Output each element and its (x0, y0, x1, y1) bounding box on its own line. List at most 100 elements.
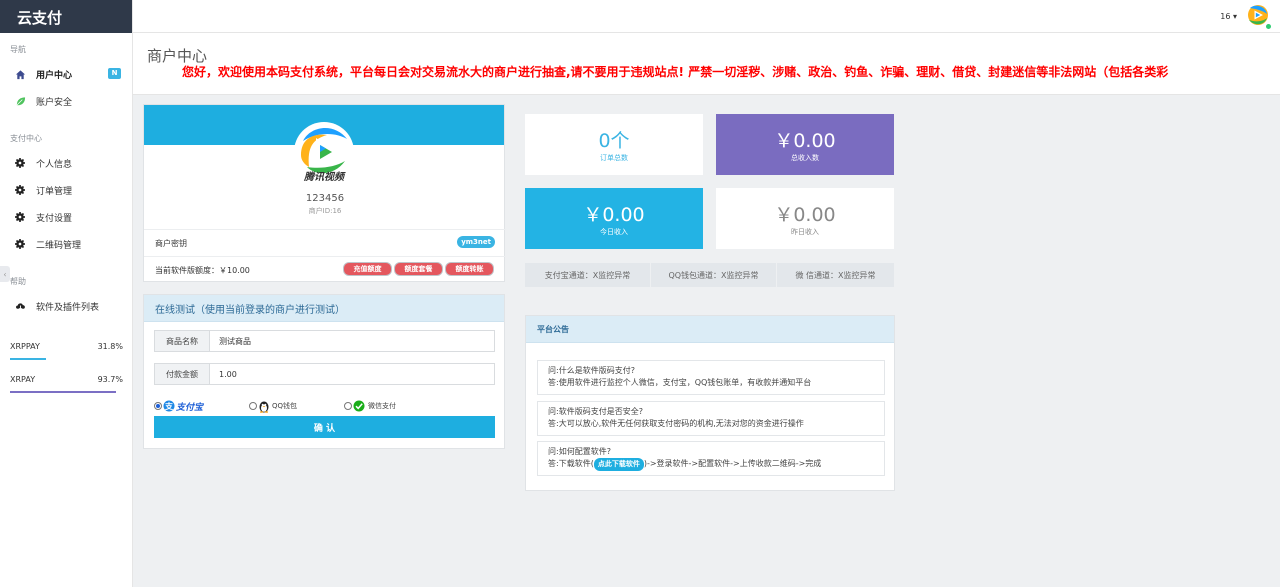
quota-row: 当前软件版额度：￥10.00 充值额度 额度套餐 额度转账 (144, 256, 506, 283)
new-badge: N (108, 68, 121, 79)
home-icon (14, 68, 26, 80)
warning-notice: 您好，欢迎使用本码支付系统，平台每日会对交易流水大的商户进行抽查,请不要用于违规… (182, 65, 1169, 79)
gear-icon (14, 157, 26, 169)
svg-text:支: 支 (164, 401, 174, 411)
alipay-radio[interactable] (154, 402, 162, 410)
sidebar-section-payment: 支付中心 (10, 134, 42, 143)
user-dropdown[interactable]: 16 ▾ (1220, 12, 1237, 21)
progress-track (10, 391, 123, 393)
payment-option-alipay[interactable]: 支 支付宝 (154, 399, 203, 413)
alipay-logo-icon: 支 (163, 400, 175, 412)
stat-label: XRPAY (10, 375, 36, 384)
online-test-title: 在线测试（使用当前登录的商户进行测试） (144, 295, 504, 322)
download-software-button[interactable]: 点此下载软件 (593, 458, 644, 471)
sidebar-item-label: 账户安全 (36, 97, 73, 108)
merchant-username: 123456 (305, 193, 345, 204)
merchant-id: 商户ID:16 (308, 207, 342, 215)
quota-label: 当前软件版额度：￥10.00 (155, 266, 250, 275)
announcement-title: 平台公告 (526, 316, 894, 343)
stat-label: XRPPAY (10, 342, 40, 351)
wechat-pay-icon (353, 400, 365, 412)
product-name-label: 商品名称 (155, 331, 210, 351)
channel-status-wechat: 微 信通道：X监控异常 (777, 263, 894, 287)
cloud-download-icon (14, 300, 26, 312)
wechat-pay-label: 微信支付 (368, 402, 396, 410)
tile-label: 订单总数 (600, 154, 628, 162)
sidebar: 云支付 导航 用户中心 N 账户安全 支付中心 个人信息 订单管理 支付设置 二… (0, 0, 133, 587)
faq-answer: 答:下载软件(点此下载软件)->登录软件->配置软件->上传收款二维码->完成 (548, 458, 884, 471)
quota-package-button[interactable]: 额度套餐 (394, 262, 443, 276)
online-test-card: 在线测试（使用当前登录的商户进行测试） 商品名称 付款金额 支 支付宝 QQ钱包… (143, 294, 505, 449)
stat-tile-total-income: ￥0.00 总收入数 (716, 114, 894, 175)
wechat-radio[interactable] (344, 402, 352, 410)
recharge-quota-button[interactable]: 充值额度 (343, 262, 392, 276)
quota-transfer-button[interactable]: 额度转账 (445, 262, 494, 276)
amount-label: 付款金额 (155, 364, 210, 384)
stat-tile-yesterday-income: ￥0.00 昨日收入 (716, 188, 894, 249)
sidebar-section-nav: 导航 (10, 45, 26, 54)
tile-label: 昨日收入 (791, 228, 819, 236)
sidebar-item-user-center[interactable]: 用户中心 N (0, 64, 133, 84)
faq-question: 问:软件版码支付是否安全? (548, 407, 643, 416)
sidebar-item-label: 软件及插件列表 (36, 302, 100, 313)
brand-logo[interactable]: 云支付 (0, 0, 132, 33)
tile-value: ￥0.00 (583, 204, 645, 226)
payment-option-wechat[interactable]: 微信支付 (344, 399, 396, 413)
alipay-label: 支付宝 (176, 402, 204, 413)
qq-penguin-icon (258, 400, 270, 413)
tile-value: ￥0.00 (774, 204, 836, 226)
sidebar-item-profile[interactable]: 个人信息 (0, 153, 133, 173)
sidebar-item-account-security[interactable]: 账户安全 (0, 91, 133, 111)
qq-wallet-label: QQ钱包 (272, 402, 298, 410)
sidebar-item-payment-settings[interactable]: 支付设置 (0, 207, 133, 227)
amount-input[interactable] (215, 364, 490, 384)
product-name-field: 商品名称 (154, 330, 495, 352)
gear-icon (14, 184, 26, 196)
stat-value: 31.8% (97, 342, 123, 351)
progress-fill (10, 391, 116, 393)
sidebar-item-label: 支付设置 (36, 213, 73, 224)
tile-value: 0个 (598, 130, 630, 152)
tile-value: ￥0.00 (774, 130, 836, 152)
faq-question: 问:什么是软件版码支付? (548, 366, 635, 375)
faq-answer-prefix: 答:下载软件( (548, 459, 594, 468)
amount-field: 付款金额 (154, 363, 495, 385)
sidebar-item-label: 订单管理 (36, 186, 73, 197)
progress-fill (10, 358, 46, 360)
profile-card: 腾讯视频 123456 商户ID:16 商户密钥 ym3net 当前软件版额度：… (143, 104, 506, 283)
merchant-key-row: 商户密钥 ym3net (144, 229, 506, 255)
tile-label: 今日收入 (600, 228, 628, 236)
online-status-dot (1266, 24, 1271, 29)
payment-option-qq[interactable]: QQ钱包 (249, 399, 297, 413)
sidebar-item-label: 个人信息 (36, 159, 73, 170)
sidebar-item-label: 用户中心 (36, 70, 73, 81)
qq-radio[interactable] (249, 402, 257, 410)
sidebar-item-software-list[interactable]: 软件及插件列表 (0, 296, 133, 316)
merchant-avatar: 腾讯视频 (293, 121, 355, 183)
product-name-input[interactable] (215, 331, 490, 351)
gear-icon (14, 211, 26, 223)
tile-label: 总收入数 (791, 154, 819, 162)
announcement-item: 问:如何配置软件? 答:下载软件(点此下载软件)->登录软件->配置软件->上传… (537, 441, 885, 476)
faq-answer: 答:使用软件进行监控个人微信，支付宝，QQ钱包账单，有收款并通知平台 (548, 378, 812, 387)
sidebar-item-qrcode[interactable]: 二维码管理 (0, 234, 133, 254)
sidebar-section-help: 帮助 (10, 277, 26, 286)
gear-icon (14, 238, 26, 250)
confirm-button[interactable]: 确 认 (154, 416, 495, 438)
progress-track (10, 358, 123, 360)
stat-tile-total-orders: 0个 订单总数 (525, 114, 703, 175)
stat-tile-today-income: ￥0.00 今日收入 (525, 188, 703, 249)
top-bar: 16 ▾ (133, 0, 1280, 33)
faq-question: 问:如何配置软件? (548, 447, 611, 456)
announcement-card: 平台公告 问:什么是软件版码支付? 答:使用软件进行监控个人微信，支付宝，QQ钱… (525, 315, 895, 491)
announcement-item: 问:什么是软件版码支付? 答:使用软件进行监控个人微信，支付宝，QQ钱包账单，有… (537, 360, 885, 395)
stat-value: 93.7% (97, 375, 123, 384)
faq-answer: 答:大可以放心,软件无任何获取支付密码的机构,无法对您的资金进行操作 (548, 419, 804, 428)
svg-text:腾讯视频: 腾讯视频 (303, 171, 346, 183)
sidebar-item-orders[interactable]: 订单管理 (0, 180, 133, 200)
leaf-icon (14, 95, 26, 107)
faq-answer-suffix: )->登录软件->配置软件->上传收款二维码->完成 (643, 459, 822, 468)
merchant-key-label: 商户密钥 (155, 239, 187, 248)
merchant-key-badge[interactable]: ym3net (457, 236, 495, 248)
sidebar-item-label: 二维码管理 (36, 240, 82, 251)
